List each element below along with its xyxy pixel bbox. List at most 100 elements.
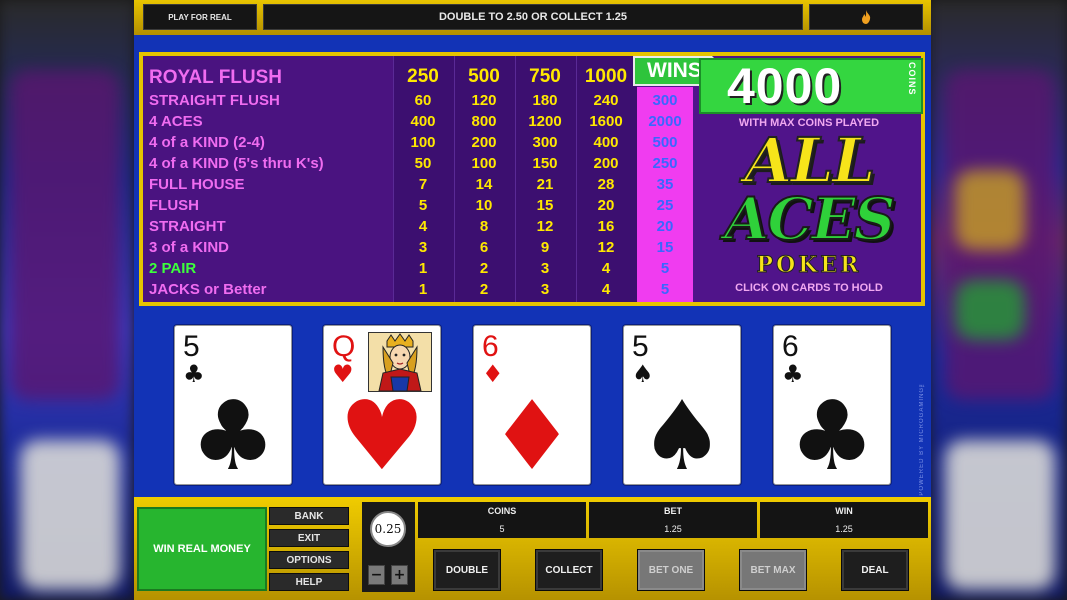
paytable-cell: 9: [540, 239, 550, 256]
backdrop-blob: [955, 170, 1025, 250]
flame-icon: [862, 10, 871, 24]
exit-button[interactable]: EXIT: [269, 529, 349, 547]
hand-3-kind: 3 of a KIND: [149, 239, 230, 256]
paytable-cell: 1200: [528, 113, 562, 130]
hand-jacks-or-better: JACKS or Better: [149, 281, 267, 298]
paytable-cell: 4: [601, 260, 611, 277]
card-rank: 5: [183, 330, 200, 363]
bet-value: 1.25: [664, 524, 682, 534]
paytable-cell: 100: [410, 134, 436, 151]
spade-icon: ♠: [638, 380, 726, 492]
card-4[interactable]: 5 ♠ ♠: [623, 325, 741, 485]
powered-by-text: POWERED BY MICROGAMING™: [919, 380, 925, 496]
hand-2-pair: 2 PAIR: [149, 260, 197, 277]
paytable-cell: 6: [479, 239, 489, 256]
paytable-cell: 150: [532, 155, 558, 172]
paytable-highlight-cell: 2000: [648, 113, 682, 130]
card-rank: Q: [332, 330, 356, 363]
wins-display: 4000 COINS: [699, 58, 923, 114]
paytable-highlight-cell: 15: [656, 239, 674, 256]
card-rank: 6: [782, 330, 799, 363]
card-2[interactable]: Q ♥ ♥: [323, 325, 441, 485]
paytable-highlight-cell: 25: [656, 197, 674, 214]
paytable-cell: 120: [471, 92, 497, 109]
coin-value: 0.25: [370, 511, 406, 547]
paytable-cell: 28: [597, 176, 615, 193]
paytable-cell: 60: [414, 92, 432, 109]
paytable-highlight-cell: 5: [660, 260, 670, 277]
paytable-cell: 200: [471, 134, 497, 151]
coins-value: 5: [499, 524, 505, 534]
flame-button[interactable]: [809, 4, 923, 30]
options-button[interactable]: OPTIONS: [269, 551, 349, 569]
coins-label: COINS: [487, 506, 517, 516]
paytable-cell: 4: [601, 281, 611, 298]
bet-one-button[interactable]: BET ONE: [637, 549, 705, 591]
paytable-cell: 300: [532, 134, 558, 151]
paytable-column-header: 750: [529, 66, 561, 87]
paytable-cell: 8: [479, 218, 489, 235]
win-display: WIN 1.25: [760, 502, 928, 538]
win-label: WIN: [835, 506, 853, 516]
bet-max-button[interactable]: BET MAX: [739, 549, 807, 591]
bank-button[interactable]: BANK: [269, 507, 349, 525]
paytable-cell: 2: [479, 260, 489, 277]
paytable-highlight-cell: 500: [652, 134, 678, 151]
paytable-cell: 12: [597, 239, 615, 256]
hand-4-kind-5-k: 4 of a KIND (5's thru K's): [149, 155, 324, 172]
paytable: ROYAL FLUSH STRAIGHT FLUSH 4 ACES 4 of a…: [139, 52, 925, 306]
paytable-cell: 4: [418, 218, 428, 235]
club-icon: ♣: [788, 380, 876, 492]
paytable-cell: 240: [593, 92, 619, 109]
status-message: DOUBLE TO 2.50 OR COLLECT 1.25: [263, 4, 803, 30]
backdrop-blob: [955, 280, 1025, 340]
card-rank: 5: [632, 330, 649, 363]
hand-straight-flush: STRAIGHT FLUSH: [149, 92, 280, 109]
paytable-cell: 2: [479, 281, 489, 298]
card-rank: 6: [482, 330, 499, 363]
paytable-cell: 50: [414, 155, 432, 172]
club-icon: ♣: [189, 380, 277, 492]
paytable-cell: 20: [597, 197, 615, 214]
coin-selector: 0.25 − +: [362, 502, 415, 592]
bet-display: BET 1.25: [589, 502, 757, 538]
top-bar: PLAY FOR REAL DOUBLE TO 2.50 OR COLLECT …: [134, 0, 931, 35]
paytable-cell: 180: [532, 92, 558, 109]
paytable-cell: 3: [418, 239, 428, 256]
win-value: 1.25: [835, 524, 853, 534]
paytable-cell: 16: [597, 218, 615, 235]
play-for-real-button[interactable]: PLAY FOR REAL: [143, 4, 257, 30]
hand-names-column: ROYAL FLUSH STRAIGHT FLUSH 4 ACES 4 of a…: [143, 56, 393, 302]
paytable-column-header: 250: [407, 66, 439, 87]
coin-decrease-button[interactable]: −: [368, 565, 385, 585]
paytable-highlight-cell: 35: [656, 176, 674, 193]
game-logo: WITH MAX COINS PLAYED ALL ACES POKER CLI…: [697, 114, 921, 302]
wins-coins-label: COINS: [907, 62, 917, 96]
paytable-cell: 14: [475, 176, 493, 193]
coin-increase-button[interactable]: +: [391, 565, 408, 585]
video-poker-game: PLAY FOR REAL DOUBLE TO 2.50 OR COLLECT …: [134, 0, 931, 600]
paytable-cell: 1: [418, 260, 428, 277]
paytable-cell: 5: [418, 197, 428, 214]
diamond-icon: ♦: [488, 380, 576, 492]
wins-amount: 4000: [727, 58, 843, 114]
paytable-cell: 10: [475, 197, 493, 214]
deal-button[interactable]: DEAL: [841, 549, 909, 591]
card-1[interactable]: 5 ♣ ♣: [174, 325, 292, 485]
paytable-cell: 100: [471, 155, 497, 172]
paytable-cell: 3: [540, 260, 550, 277]
help-button[interactable]: HELP: [269, 573, 349, 591]
card-5[interactable]: 6 ♣ ♣: [773, 325, 891, 485]
paytable-cell: 3: [540, 281, 550, 298]
paytable-cell: 400: [593, 134, 619, 151]
hand-straight: STRAIGHT: [149, 218, 226, 235]
paytable-cell: 7: [418, 176, 428, 193]
paytable-column-header: 500: [468, 66, 500, 87]
bet-label: BET: [664, 506, 682, 516]
collect-button[interactable]: COLLECT: [535, 549, 603, 591]
card-3[interactable]: 6 ♦ ♦: [473, 325, 591, 485]
paytable-column-header: 1000: [584, 66, 628, 87]
win-real-money-button[interactable]: WIN REAL MONEY: [137, 507, 267, 591]
paytable-highlight-cell: 300: [652, 92, 678, 109]
double-button[interactable]: DOUBLE: [433, 549, 501, 591]
